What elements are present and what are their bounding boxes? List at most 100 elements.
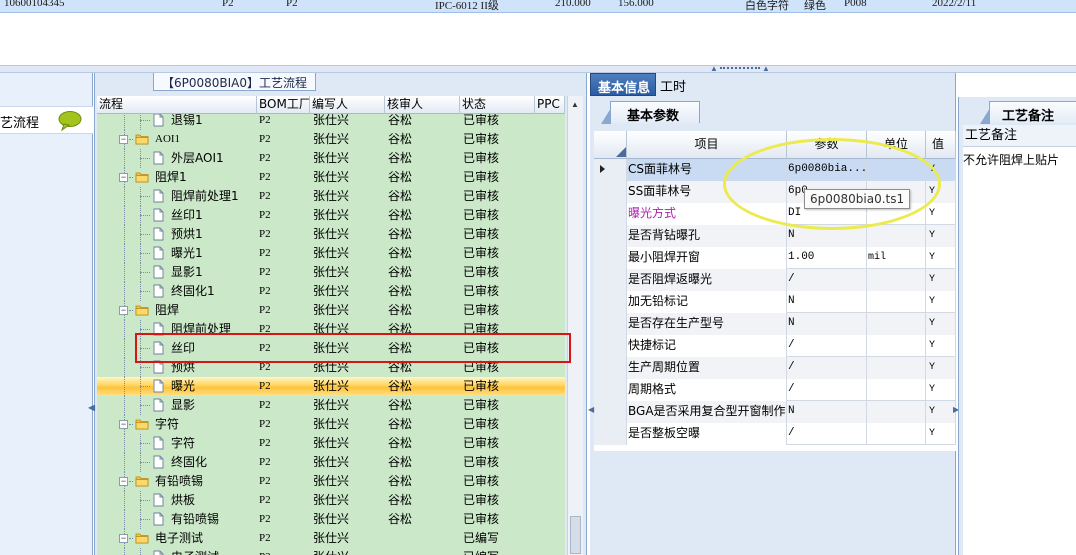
param-value[interactable]: N [787, 291, 867, 313]
param-extra[interactable]: Y [926, 379, 956, 401]
row-indicator[interactable] [594, 225, 627, 247]
row-indicator[interactable] [594, 159, 627, 181]
tree-row[interactable]: 烘板 P2 张仕兴 谷松 已审核 [97, 491, 565, 510]
param-value[interactable]: 6p0080bia... [787, 159, 867, 181]
row-indicator[interactable] [594, 379, 627, 401]
param-unit[interactable] [867, 313, 926, 335]
expand-right-arrow-icon[interactable]: ◀ [89, 403, 95, 412]
param-row[interactable]: 是否整板空曝 / Y [594, 423, 956, 445]
tree-row[interactable]: 曝光1 P2 张仕兴 谷松 已审核 [97, 244, 565, 263]
col-header-param[interactable]: 参数 [787, 131, 867, 159]
splitter-down-arrow-icon[interactable]: ▲ [762, 64, 770, 73]
tree-row[interactable]: 曝光 P2 张仕兴 谷松 已审核 [97, 377, 565, 396]
param-value[interactable]: / [787, 357, 867, 379]
param-unit[interactable] [867, 401, 926, 423]
param-row[interactable]: 是否存在生产型号 N Y [594, 313, 956, 335]
tree-row[interactable]: − 阻焊1 P2 张仕兴 谷松 已审核 [97, 168, 565, 187]
tree-row[interactable]: 显影 P2 张仕兴 谷松 已审核 [97, 396, 565, 415]
tree-row[interactable]: 丝印1 P2 张仕兴 谷松 已审核 [97, 206, 565, 225]
tree-row[interactable]: 电子测试 P2 张仕兴 已编写 [97, 548, 565, 555]
tree-row[interactable]: − 有铅喷锡 P2 张仕兴 谷松 已审核 [97, 472, 565, 491]
tree-row[interactable]: 显影1 P2 张仕兴 谷松 已审核 [97, 263, 565, 282]
row-indicator[interactable] [594, 423, 627, 445]
remarks-text[interactable]: 不允许阻焊上贴片 [963, 151, 1059, 168]
col-header-unit[interactable]: 单位 [867, 131, 926, 159]
param-row[interactable]: 最小阻焊开窗 1.00 mil Y [594, 247, 956, 269]
tree-row[interactable]: 外层AOI1 P2 张仕兴 谷松 已审核 [97, 149, 565, 168]
tree-row[interactable]: 阻焊前处理1 P2 张仕兴 谷松 已审核 [97, 187, 565, 206]
col-header-value[interactable]: 值 [926, 131, 956, 159]
param-extra[interactable]: Y [926, 247, 956, 269]
param-row[interactable]: 加无铅标记 N Y [594, 291, 956, 313]
collapse-toggle-icon[interactable]: − [119, 534, 128, 543]
info-left-arrow-icon[interactable]: ◀ [588, 405, 594, 414]
collapse-toggle-icon[interactable]: − [119, 477, 128, 486]
param-unit[interactable] [867, 379, 926, 401]
row-indicator[interactable] [594, 401, 627, 423]
param-extra[interactable]: Y [926, 313, 956, 335]
param-unit[interactable]: mil [867, 247, 926, 269]
tab-basic-info[interactable]: 基本信息 [590, 73, 656, 96]
tree-scrollbar[interactable]: ▲ [567, 96, 583, 555]
param-unit[interactable] [867, 357, 926, 379]
tree-row[interactable]: 有铅喷锡 P2 张仕兴 谷松 已审核 [97, 510, 565, 529]
param-extra[interactable]: Y [926, 335, 956, 357]
param-unit[interactable] [867, 269, 926, 291]
param-value[interactable]: 1.00 [787, 247, 867, 269]
param-unit[interactable] [867, 291, 926, 313]
param-value[interactable]: / [787, 423, 867, 445]
param-extra[interactable]: Y [926, 357, 956, 379]
param-extra[interactable]: Y [926, 181, 956, 203]
tree-row[interactable]: 字符 P2 张仕兴 谷松 已审核 [97, 434, 565, 453]
param-extra[interactable]: Y [926, 159, 956, 181]
param-row[interactable]: 是否背钻曝孔 N Y [594, 225, 956, 247]
col-header-flow[interactable]: 流程 [97, 96, 257, 114]
param-extra[interactable]: Y [926, 269, 956, 291]
row-indicator[interactable] [594, 181, 627, 203]
tree-row[interactable]: − 电子测试 P2 张仕兴 已编写 [97, 529, 565, 548]
collapse-toggle-icon[interactable]: − [119, 173, 128, 182]
col-header-bom[interactable]: BOM工厂 [257, 96, 310, 114]
param-unit[interactable] [867, 335, 926, 357]
param-value[interactable]: / [787, 379, 867, 401]
param-row[interactable]: 快捷标记 / Y [594, 335, 956, 357]
col-header-item[interactable]: 项目 [627, 131, 787, 159]
param-value[interactable]: / [787, 269, 867, 291]
tab-process-remarks[interactable]: 工艺备注 [980, 101, 1076, 124]
row-indicator[interactable] [594, 269, 627, 291]
speech-bubble-icon[interactable] [58, 111, 82, 131]
row-indicator[interactable] [594, 203, 627, 225]
param-extra[interactable]: Y [926, 203, 956, 225]
param-unit[interactable] [867, 225, 926, 247]
param-value[interactable]: N [787, 313, 867, 335]
splitter-up-arrow-icon[interactable]: ▲ [710, 64, 718, 73]
scroll-up-arrow-icon[interactable]: ▲ [571, 100, 579, 109]
col-header-reviewer[interactable]: 核审人 [385, 96, 460, 114]
param-row[interactable]: 是否阻焊返曝光 / Y [594, 269, 956, 291]
row-indicator[interactable] [594, 313, 627, 335]
nav-item-process-flow[interactable]: 艺流程 [0, 106, 93, 134]
row-indicator[interactable] [594, 247, 627, 269]
param-row[interactable]: 周期格式 / Y [594, 379, 956, 401]
tree-row[interactable]: − 字符 P2 张仕兴 谷松 已审核 [97, 415, 565, 434]
param-row[interactable]: 生产周期位置 / Y [594, 357, 956, 379]
param-extra[interactable]: Y [926, 225, 956, 247]
param-row[interactable]: BGA是否采用复合型开窗制作 N Y [594, 401, 956, 423]
top-order-row[interactable]: 10600104345 P2 P2 IPC-6012 II级 210.000 156.00… [0, 0, 1076, 13]
col-header-status[interactable]: 状态 [460, 96, 535, 114]
param-value[interactable]: N [787, 401, 867, 423]
tree-row[interactable]: 终固化1 P2 张仕兴 谷松 已审核 [97, 282, 565, 301]
col-header-ppc[interactable]: PPC [535, 96, 565, 114]
collapse-toggle-icon[interactable]: − [119, 306, 128, 315]
param-row[interactable]: CS面菲林号 6p0080bia... Y [594, 159, 956, 181]
row-indicator[interactable] [594, 357, 627, 379]
param-unit[interactable] [867, 423, 926, 445]
tree-row[interactable]: 预烘1 P2 张仕兴 谷松 已审核 [97, 225, 565, 244]
collapse-toggle-icon[interactable]: − [119, 420, 128, 429]
tree-row[interactable]: 终固化 P2 张仕兴 谷松 已审核 [97, 453, 565, 472]
splitter-grip[interactable] [720, 67, 760, 71]
param-extra[interactable]: Y [926, 423, 956, 445]
tab-work-hours[interactable]: 工时 [660, 76, 686, 95]
scrollbar-thumb[interactable] [570, 516, 581, 554]
tree-row[interactable]: − AOI1 P2 张仕兴 谷松 已审核 [97, 130, 565, 149]
